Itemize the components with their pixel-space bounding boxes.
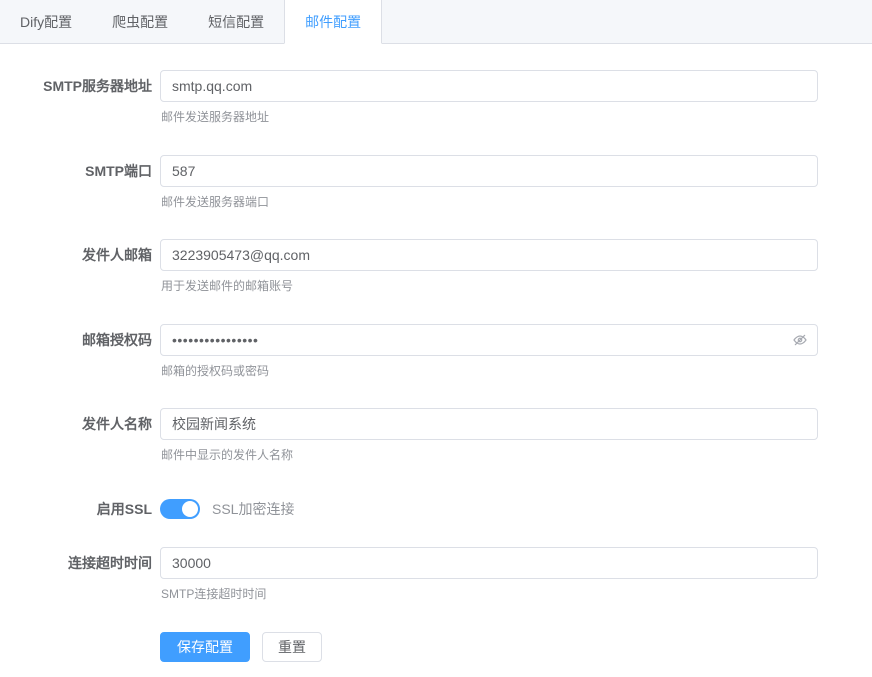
sender-name-input[interactable] [160,408,818,440]
timeout-input[interactable] [160,547,818,579]
sender-email-input[interactable] [160,239,818,271]
auth-code-row: 邮箱授权码 邮箱的授权码或密码 [0,324,818,380]
tab-dify-config[interactable]: Dify配置 [0,0,92,44]
ssl-row: 启用SSL SSL加密连接 [0,493,818,525]
smtp-port-hint: 邮件发送服务器端口 [161,195,818,211]
hide-eye-icon[interactable] [792,332,808,348]
smtp-port-label: SMTP端口 [0,155,160,211]
auth-code-label: 邮箱授权码 [0,324,160,380]
sender-email-hint: 用于发送邮件的邮箱账号 [161,279,818,295]
timeout-label: 连接超时时间 [0,547,160,603]
timeout-hint: SMTP连接超时时间 [161,587,818,603]
sender-name-label: 发件人名称 [0,408,160,464]
config-tab-bar: Dify配置 爬虫配置 短信配置 邮件配置 [0,0,872,44]
smtp-host-input[interactable] [160,70,818,102]
tab-bar-filler [382,0,872,44]
ssl-toggle-switch[interactable] [160,499,200,519]
reset-button[interactable]: 重置 [262,632,322,662]
sender-email-row: 发件人邮箱 用于发送邮件的邮箱账号 [0,239,818,295]
save-config-button[interactable]: 保存配置 [160,632,250,662]
sender-email-label: 发件人邮箱 [0,239,160,295]
smtp-port-row: SMTP端口 邮件发送服务器端口 [0,155,818,211]
auth-code-hint: 邮箱的授权码或密码 [161,364,818,380]
tab-email-config[interactable]: 邮件配置 [284,0,382,44]
ssl-label: 启用SSL [0,493,160,525]
smtp-host-label: SMTP服务器地址 [0,70,160,126]
ssl-description: SSL加密连接 [212,499,294,519]
smtp-host-row: SMTP服务器地址 邮件发送服务器地址 [0,70,818,126]
tab-sms-config[interactable]: 短信配置 [188,0,284,44]
sender-name-hint: 邮件中显示的发件人名称 [161,448,818,464]
sender-name-row: 发件人名称 邮件中显示的发件人名称 [0,408,818,464]
smtp-host-hint: 邮件发送服务器地址 [161,110,818,126]
smtp-port-input[interactable] [160,155,818,187]
form-actions: 保存配置 重置 [0,632,818,662]
tab-crawler-config[interactable]: 爬虫配置 [92,0,188,44]
timeout-row: 连接超时时间 SMTP连接超时时间 [0,547,818,603]
email-config-form: SMTP服务器地址 邮件发送服务器地址 SMTP端口 邮件发送服务器端口 发件人… [0,44,872,662]
auth-code-input[interactable] [160,324,818,356]
